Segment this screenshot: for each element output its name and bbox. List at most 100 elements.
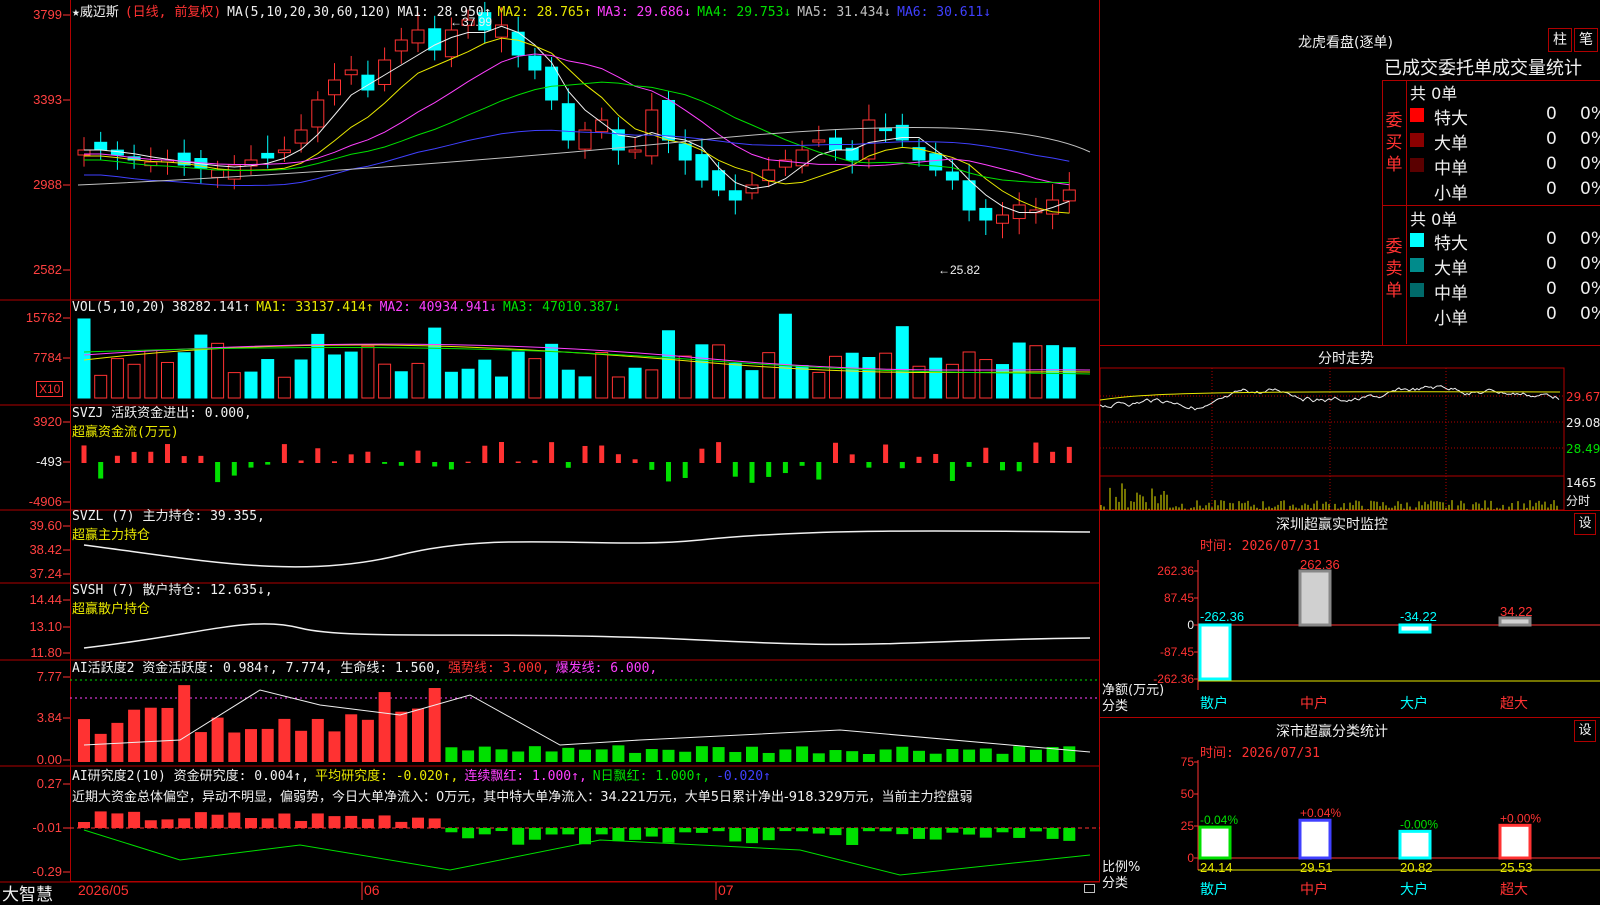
candle-body	[678, 143, 692, 161]
sell-row-percent: 0%	[1580, 304, 1600, 324]
candle-body	[311, 99, 325, 128]
activity-bar	[595, 749, 608, 762]
capital-comment: 近期大资金总体偏空，异动不明显，偏弱势，今日大单净流入：0万元，其中特大单净流入…	[72, 790, 973, 805]
sz-monitor-settings-button[interactable]: 设	[1574, 513, 1596, 535]
money-flow-bar	[565, 462, 571, 468]
research-bar	[194, 812, 207, 828]
volume-bar	[611, 376, 625, 399]
tick-mode-button[interactable]: 笔	[1574, 28, 1598, 52]
activity-bar	[796, 746, 809, 762]
candle-body	[211, 169, 225, 178]
sell-row-name: 中单	[1434, 284, 1468, 304]
dragon-tiger-panel[interactable]: 龙虎看盘(逐单) 柱 笔 已成交委托单成交量统计 委买单 委卖单 共 0单 共 …	[1100, 0, 1600, 345]
money-flow-bar	[632, 459, 638, 463]
svzj-y-tick-1: -493	[35, 454, 62, 469]
low-price-label: ←25.82	[938, 263, 980, 277]
candle-body	[812, 139, 826, 143]
activity-bar	[128, 709, 141, 762]
money-flow-bar	[916, 456, 922, 463]
buy-total: 共 0单	[1410, 84, 1458, 103]
sz-monitor-panel[interactable]: 深圳超赢实时监控 设 时间: 2026/07/31 净额(万元) 分类	[1100, 511, 1600, 717]
svzl-subtitle: 超赢主力持仓	[72, 528, 151, 543]
stock-name[interactable]: 威迈斯	[80, 5, 119, 20]
sell-row-percent: 0%	[1580, 254, 1600, 274]
bar-mode-button[interactable]: 柱	[1548, 28, 1572, 52]
research-bar	[979, 828, 992, 838]
ai-yjd-label: AI研究度2(10) 资金研究度: 0.004↑,	[72, 769, 310, 784]
research-bar	[512, 828, 525, 845]
buy-row-3: 小单 0 0%	[1410, 179, 1600, 204]
research-bar	[428, 818, 441, 828]
yjd-extra-2: 连续飘红: 1.000↑,	[464, 769, 587, 784]
app-brand: 大智慧	[2, 885, 53, 905]
money-flow-bar	[1016, 462, 1022, 472]
sell-row-volume: 0	[1546, 304, 1557, 324]
money-flow-bar	[983, 447, 989, 463]
chart-mode[interactable]: (日线, 前复权)	[125, 5, 221, 20]
research-bar	[645, 828, 658, 837]
activity-bar	[278, 718, 291, 762]
volume-bar	[361, 345, 375, 399]
activity-bar	[829, 750, 842, 762]
volume-bar	[745, 370, 759, 399]
candle-body	[829, 137, 842, 151]
yjd-extra-4: -0.020↑	[716, 769, 771, 784]
candle-body	[695, 154, 709, 181]
sell-row-2: 中单 0 0%	[1410, 279, 1600, 304]
candle-body	[578, 129, 592, 150]
money-flow-bar	[732, 462, 738, 477]
ma-value-1: MA1: 28.950↑	[397, 5, 492, 20]
research-bar	[261, 818, 274, 828]
research-bar	[679, 828, 692, 833]
money-flow-bar	[532, 460, 538, 463]
sz-class-cat-label: 分类	[1102, 876, 1129, 891]
buy-row-2: 中单 0 0%	[1410, 154, 1600, 179]
sz-class-panel[interactable]: 深市超赢分类统计 设 时间: 2026/07/31 比例% 分类	[1100, 718, 1600, 900]
sell-label-char: 单	[1385, 281, 1403, 301]
volume-bar	[795, 365, 809, 399]
svzl-label: SVZL (7) 主力持仓: 39.355,	[72, 509, 265, 524]
vol-value-4: MA3: 47010.387↓	[503, 300, 621, 315]
activity-bar	[1063, 746, 1076, 762]
intraday-panel[interactable]: 分时走势 29.67 29.08 28.49 1465 分时	[1100, 346, 1600, 510]
money-flow-bar	[248, 462, 254, 468]
dt-label-divider	[1406, 80, 1407, 344]
vol-value-1: 38282.141↑	[171, 300, 251, 315]
buy-row-1: 大单 0 0%	[1410, 129, 1600, 154]
money-flow-bar	[215, 462, 221, 483]
sz-cat-label: 分类	[1102, 699, 1129, 714]
sell-row-1: 大单 0 0%	[1410, 254, 1600, 279]
research-bar	[128, 811, 141, 828]
sz-class-title: 深市超赢分类统计	[1276, 724, 1388, 740]
volume-bar	[495, 376, 508, 399]
yjd-y-tick-2: -0.29	[32, 864, 62, 879]
sz-class-settings-button[interactable]: 设	[1574, 720, 1596, 742]
money-flow-bar	[482, 445, 488, 463]
candle-body	[277, 149, 291, 154]
volume-bar	[762, 352, 776, 399]
volume-bar	[344, 351, 358, 399]
svzl-y-tick-2: 37.24	[29, 566, 62, 581]
candle-body	[929, 153, 943, 171]
dt-header: 已成交委托单成交量统计	[1384, 58, 1582, 79]
activity-bar	[846, 751, 859, 762]
volume-bar	[695, 344, 709, 399]
volume-bar	[561, 369, 575, 399]
candle-body	[545, 66, 559, 101]
money-flow-bar	[933, 453, 939, 463]
money-flow-bar	[365, 451, 371, 463]
volume-bar	[478, 359, 492, 399]
svsh-title: SVSH (7) 散户持仓: 12.635↓, 超赢散户持仓	[72, 579, 273, 617]
dragon-tiger-title: 龙虎看盘(逐单)	[1298, 35, 1393, 51]
candle-body	[294, 129, 308, 144]
sell-swatch-1	[1410, 258, 1424, 272]
research-bar	[1029, 828, 1042, 832]
money-flow-bar	[398, 462, 404, 466]
ai-hyd-title: AI活跃度2 资金活跃度: 0.984↑, 7.774, 生命线: 1.560,…	[72, 657, 663, 676]
sell-total: 共 0单	[1410, 210, 1458, 229]
candle-body	[1062, 189, 1076, 202]
buy-row-0: 特大 0 0%	[1410, 104, 1600, 129]
volume-bar	[595, 352, 609, 399]
activity-bar	[1013, 746, 1026, 762]
volume-bar	[444, 371, 458, 399]
